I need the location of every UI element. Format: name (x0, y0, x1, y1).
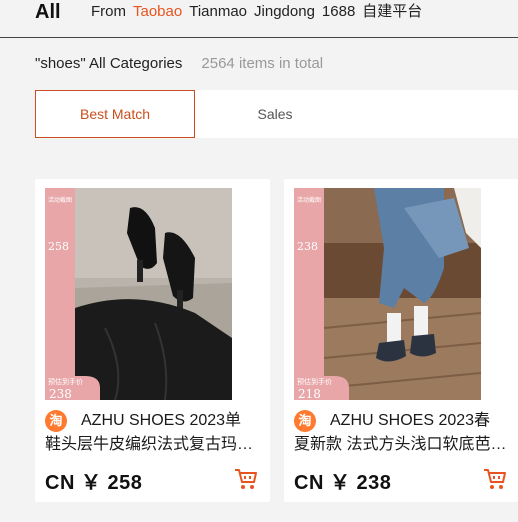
product-photo-1: 活动截图 258 预估到手价 238 (45, 188, 232, 400)
overlay-price: 238 (49, 387, 72, 400)
product-title[interactable]: 淘 AZHU SHOES 2023单 鞋头层牛皮编织法式复古玛… (45, 409, 265, 457)
overlay-price: 218 (298, 387, 321, 400)
product-title-line1: AZHU SHOES 2023单 (81, 412, 242, 429)
source-tianmao[interactable]: Tianmao (189, 3, 247, 21)
product-title-line2: 鞋头层牛皮编织法式复古玛… (45, 436, 254, 453)
overlay-mid-price: 258 (48, 240, 69, 253)
overlay-mid-price: 238 (297, 240, 318, 253)
overlay-label: 预估到手价 (48, 377, 83, 386)
product-price: CN ￥ 238 (294, 472, 392, 494)
overlay-top-text: 活动截图 (297, 196, 321, 204)
source-taobao[interactable]: Taobao (133, 3, 182, 21)
add-to-cart-button[interactable] (483, 468, 507, 490)
cart-icon (484, 469, 506, 489)
result-count: 2564 items in total (201, 55, 324, 72)
source-jingdong[interactable]: Jingdong (254, 3, 315, 21)
source-list: From Taobao Tianmao Jingdong 1688 自建平台 (91, 3, 429, 21)
source-filter-bar: All From Taobao Tianmao Jingdong 1688 自建… (0, 0, 518, 38)
product-card[interactable]: 活动截图 238 预估到手价 218 淘 AZHU SHOES 2023春 夏新… (284, 179, 518, 502)
source-1688[interactable]: 1688 (322, 3, 355, 21)
product-title-line1: AZHU SHOES 2023春 (330, 412, 491, 429)
from-label: From (91, 3, 126, 20)
product-photo-2: 活动截图 238 预估到手价 218 (294, 188, 481, 400)
overlay-label: 预估到手价 (297, 377, 332, 386)
cart-icon (235, 469, 257, 489)
taobao-icon: 淘 (294, 410, 316, 432)
product-image[interactable]: 活动截图 258 预估到手价 238 (45, 188, 232, 400)
product-price: CN ￥ 258 (45, 472, 143, 494)
tab-sales[interactable]: Sales (195, 90, 355, 138)
source-self-built[interactable]: 自建平台 (362, 3, 422, 21)
search-query: "shoes" All Categories (35, 55, 183, 72)
sort-bar: Best Match Sales (35, 90, 518, 138)
product-title[interactable]: 淘 AZHU SHOES 2023春 夏新款 法式方头浅口软底芭… (294, 409, 514, 457)
add-to-cart-button[interactable] (234, 468, 258, 490)
tab-best-match[interactable]: Best Match (35, 90, 195, 138)
product-card[interactable]: 活动截图 258 预估到手价 238 淘 AZHU SHOES 2023单 鞋头… (35, 179, 270, 502)
overlay-top-text: 活动截图 (48, 196, 72, 204)
all-title: All (35, 1, 61, 23)
search-summary: "shoes" All Categories 2564 items in tot… (35, 54, 323, 74)
product-image[interactable]: 活动截图 238 预估到手价 218 (294, 188, 481, 400)
taobao-icon: 淘 (45, 410, 67, 432)
product-title-line2: 夏新款 法式方头浅口软底芭… (294, 436, 507, 453)
